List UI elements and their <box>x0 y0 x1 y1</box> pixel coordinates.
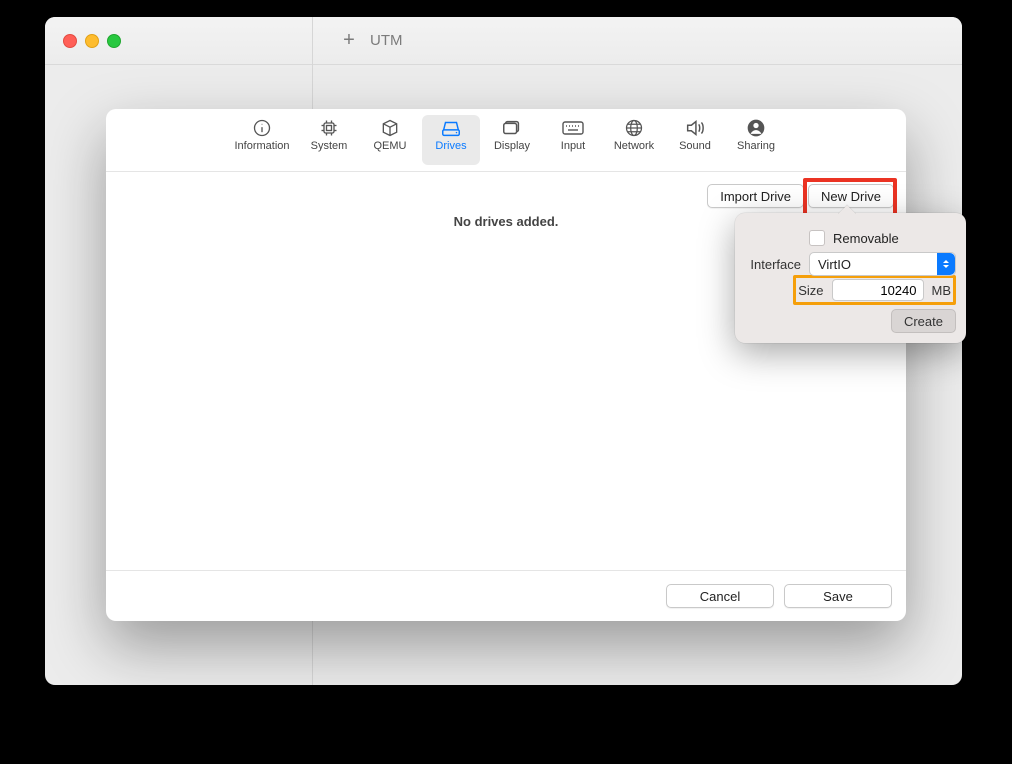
tab-label: QEMU <box>374 140 407 152</box>
tab-label: System <box>311 140 348 152</box>
window-controls <box>63 34 121 48</box>
info-icon <box>250 117 274 139</box>
sheet-footer: Cancel Save <box>106 570 906 621</box>
tab-label: Network <box>614 140 654 152</box>
size-unit: MB <box>932 283 952 298</box>
close-window-button[interactable] <box>63 34 77 48</box>
save-button[interactable]: Save <box>784 584 892 608</box>
speaker-icon <box>683 117 707 139</box>
tab-sound[interactable]: Sound <box>666 115 724 165</box>
tab-label: Sharing <box>737 140 775 152</box>
import-drive-button[interactable]: Import Drive <box>707 184 804 208</box>
tab-system[interactable]: System <box>300 115 358 165</box>
person-icon <box>744 117 768 139</box>
keyboard-icon <box>561 117 585 139</box>
drive-icon <box>439 117 463 139</box>
tab-label: Display <box>494 140 530 152</box>
annotation-highlight-size: Size MB <box>793 275 956 305</box>
removable-label: Removable <box>833 231 899 246</box>
tab-display[interactable]: Display <box>483 115 541 165</box>
tab-drives[interactable]: Drives <box>422 115 480 165</box>
add-vm-button[interactable]: + <box>329 17 369 64</box>
new-drive-popover: Removable Interface VirtIO Size MB Creat… <box>735 213 966 343</box>
tab-label: Sound <box>679 140 711 152</box>
popover-arrow <box>838 204 856 214</box>
plus-icon: + <box>343 29 355 52</box>
settings-toolbar: Information System QEMU Drives Display <box>106 109 906 171</box>
globe-icon <box>622 117 646 139</box>
size-input[interactable] <box>832 279 924 301</box>
tab-label: Input <box>561 140 585 152</box>
size-label: Size <box>798 283 823 298</box>
tab-sharing[interactable]: Sharing <box>727 115 785 165</box>
tab-network[interactable]: Network <box>605 115 663 165</box>
interface-label: Interface <box>745 257 801 272</box>
removable-checkbox[interactable] <box>809 230 825 246</box>
chevron-up-down-icon <box>937 253 955 275</box>
interface-select[interactable]: VirtIO <box>809 252 956 276</box>
tab-information[interactable]: Information <box>227 115 297 165</box>
zoom-window-button[interactable] <box>107 34 121 48</box>
tab-label: Information <box>234 140 289 152</box>
app-title: UTM <box>370 17 403 64</box>
settings-sheet: Information System QEMU Drives Display <box>106 109 906 621</box>
tab-label: Drives <box>435 140 466 152</box>
tab-input[interactable]: Input <box>544 115 602 165</box>
titlebar <box>45 17 962 65</box>
cancel-button[interactable]: Cancel <box>666 584 774 608</box>
create-drive-button[interactable]: Create <box>891 309 956 333</box>
tab-qemu[interactable]: QEMU <box>361 115 419 165</box>
minimize-window-button[interactable] <box>85 34 99 48</box>
chip-icon <box>317 117 341 139</box>
display-icon <box>500 117 524 139</box>
interface-value: VirtIO <box>818 257 851 272</box>
cube-icon <box>378 117 402 139</box>
